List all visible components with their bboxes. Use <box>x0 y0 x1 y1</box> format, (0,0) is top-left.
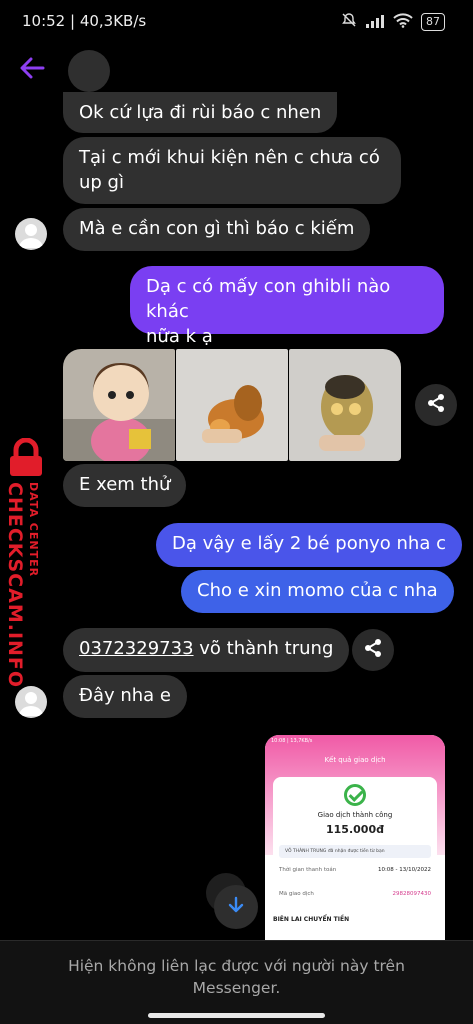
message-bubble[interactable]: Đây nha e <box>63 675 187 718</box>
banner-text-line: Messenger. <box>192 979 281 997</box>
message-bubble[interactable]: Dạ vậy e lấy 2 bé ponyo nha c <box>156 523 462 567</box>
message-bubble[interactable]: Ok cứ lựa đi rùi báo c nhen <box>63 92 338 133</box>
phone-number-link[interactable]: 0372329733 <box>79 638 194 659</box>
receipt-image[interactable]: 10:08 | 13,7KB/s Kết quả giao dịch Giao … <box>265 735 445 940</box>
message-text: E xem thử <box>79 474 171 495</box>
message-text: Mà e cần con gì thì báo c kiếm <box>79 218 355 239</box>
message-text: Đây nha e <box>79 685 171 706</box>
message-bubble[interactable]: Tại c mới khui kiện nên c chưa có up gì <box>63 137 401 204</box>
contact-avatar[interactable] <box>68 50 110 92</box>
photo-attachment[interactable] <box>63 349 175 461</box>
share-icon <box>363 638 383 662</box>
sender-avatar[interactable] <box>15 218 47 250</box>
watermark-subtext: DATA CENTER <box>27 482 40 578</box>
share-button[interactable] <box>352 629 394 671</box>
receipt-row-label: Thời gian thanh toán <box>279 867 337 873</box>
photo-attachment[interactable] <box>289 349 401 461</box>
signal-icon <box>365 13 385 32</box>
message-text: Dạ c có mấy con ghibli nào khác <box>146 276 391 322</box>
message-bubble[interactable]: Dạ c có mấy con ghibli nào khác nữa k ạ <box>130 266 444 347</box>
banner-text-line: Hiện không liên lạc được với người này t… <box>68 957 405 975</box>
watermark-text: CHECKSCAM.INFO <box>4 482 26 689</box>
status-bar: 10:52 | 40,3KB/s 87 <box>0 0 473 44</box>
arrow-down-icon <box>227 896 245 918</box>
share-button[interactable] <box>415 384 457 426</box>
message-text: Ok cứ lựa đi rùi báo c nhen <box>79 102 322 123</box>
check-circle-icon <box>344 784 366 806</box>
status-time: 10:52 | 40,3KB/s <box>22 12 147 30</box>
receipt-note: VÕ THÀNH TRUNG đã nhận được tiền từ bạn <box>279 845 431 858</box>
receipt-row: Mã giao dịch 29828097430 <box>279 891 431 897</box>
message-text: nữa k ạ <box>146 326 213 347</box>
receipt-row: Thời gian thanh toán 10:08 - 13/10/2022 <box>279 867 431 873</box>
home-indicator[interactable] <box>148 1013 325 1018</box>
lock-icon <box>4 437 48 482</box>
receipt-section-title: BIÊN LAI CHUYỂN TIỀN <box>273 916 350 923</box>
share-icon <box>426 393 446 417</box>
arrow-left-icon <box>19 57 45 83</box>
message-bubble[interactable]: Mà e cần con gì thì báo c kiếm <box>63 208 371 251</box>
message-bubble[interactable]: E xem thử <box>63 464 187 507</box>
receipt-row-value: 10:08 - 13/10/2022 <box>377 867 431 873</box>
composer-disabled-banner: Hiện không liên lạc được với người này t… <box>0 940 473 1024</box>
message-text: Dạ vậy e lấy 2 bé ponyo nha c <box>172 533 446 554</box>
receipt-row-label: Mã giao dịch <box>279 891 314 897</box>
message-bubble[interactable]: 0372329733 võ thành trung <box>63 628 350 672</box>
wifi-icon <box>393 12 413 32</box>
message-text: võ thành trung <box>193 638 334 659</box>
receipt-title: Kết quả giao dịch <box>324 756 386 764</box>
message-text: Cho e xin momo của c nha <box>197 580 438 601</box>
notifications-off-icon <box>341 12 357 32</box>
banner-text: Hiện không liên lạc được với người này t… <box>40 955 433 999</box>
receipt-amount: 115.000đ <box>326 823 384 836</box>
status-icons: 87 <box>341 12 445 32</box>
message-bubble[interactable]: Cho e xin momo của c nha <box>181 570 454 613</box>
sender-avatar[interactable] <box>15 686 47 718</box>
battery-indicator: 87 <box>421 13 445 31</box>
receipt-success: Giao dịch thành công <box>317 811 393 819</box>
watermark: CHECKSCAM.INFO DATA CENTER <box>0 437 60 688</box>
message-text: Tại c mới khui kiện nên c chưa có <box>79 147 380 168</box>
chat-header <box>0 46 473 94</box>
message-text: up gì <box>79 172 124 193</box>
receipt-status-bar: 10:08 | 13,7KB/s <box>271 738 313 744</box>
receipt-row-value: 29828097430 <box>392 891 432 897</box>
photo-attachment[interactable] <box>176 349 288 461</box>
scroll-down-button[interactable] <box>214 885 258 929</box>
back-button[interactable] <box>14 52 50 88</box>
